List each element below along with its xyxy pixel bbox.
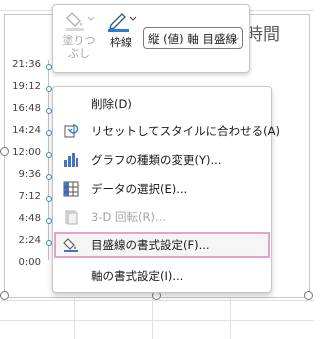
- select-data-icon: [63, 181, 79, 197]
- menu-item-3d-rotation[interactable]: 3-D 回転(R)...: [55, 204, 269, 230]
- menu-item-label: グラフの種類の変更(Y)...: [91, 153, 222, 167]
- y-tick-label: 4:48: [18, 213, 41, 224]
- menu-item-label: データの選択(E)...: [91, 182, 188, 196]
- resize-handle-left[interactable]: [0, 147, 9, 156]
- format-gridlines-icon: [63, 238, 78, 252]
- menu-item-change-chart-type[interactable]: グラフの種類の変更(Y)...: [55, 147, 269, 173]
- chart-title[interactable]: 時間: [246, 20, 280, 45]
- y-tick-label: 19:12: [12, 81, 41, 92]
- y-tick-label: 7:12: [18, 191, 41, 202]
- reset-style-icon: [64, 124, 79, 138]
- menu-item-label: 目盛線の書式設定(F)...: [91, 238, 210, 252]
- menu-item-reset-style[interactable]: リセットしてスタイルに合わせる(A): [55, 118, 280, 144]
- paint-bucket-icon: [66, 12, 95, 31]
- y-tick-label: 21:36: [12, 59, 41, 70]
- pencil-icon: [108, 13, 137, 32]
- y-tick-label: 9:36: [18, 169, 41, 180]
- fill-button[interactable]: 塗りつ ぶし: [59, 9, 99, 60]
- menu-item-delete[interactable]: 削除(D): [55, 91, 269, 117]
- menu-item-label: 削除(D): [91, 97, 132, 111]
- menu-item-format-axis[interactable]: 軸の書式設定(I)...: [55, 263, 269, 289]
- chart-element-value: 縦 (値) 軸 目盛線: [148, 32, 237, 46]
- menu-item-label: 3-D 回転(R)...: [91, 210, 166, 224]
- mini-toolbar: 塗りつ ぶし 枠線 縦 (値) 軸 目盛線 ⌵: [52, 4, 250, 73]
- y-tick-label: 2:24: [18, 235, 41, 246]
- fill-label: 塗りつ: [62, 34, 96, 47]
- y-tick-label: 0:00: [18, 257, 41, 268]
- resize-handle-bottom-left[interactable]: [0, 291, 9, 300]
- menu-item-select-data[interactable]: データの選択(E)...: [55, 176, 269, 202]
- fill-label-line2: ぶし: [68, 47, 90, 60]
- outline-label: 枠線: [110, 36, 132, 49]
- rotate-3d-icon: [65, 210, 78, 225]
- outline-button[interactable]: 枠線: [103, 9, 139, 49]
- menu-item-label: 軸の書式設定(I)...: [91, 269, 184, 283]
- chevron-down-icon: ⌵: [232, 34, 239, 44]
- context-menu: 削除(D) リセットしてスタイルに合わせる(A) グラフの種類の変更(Y)...…: [52, 86, 280, 293]
- menu-item-format-gridlines[interactable]: 目盛線の書式設定(F)...: [54, 232, 270, 258]
- y-tick-label: 12:00: [12, 147, 41, 158]
- y-tick-label: 16:48: [12, 103, 41, 114]
- y-tick-label: 14:24: [12, 125, 41, 136]
- menu-item-label: リセットしてスタイルに合わせる(A): [91, 124, 280, 138]
- chart-element-dropdown[interactable]: 縦 (値) 軸 目盛線 ⌵: [143, 27, 243, 49]
- chart-type-icon: [64, 153, 78, 167]
- resize-handle-bottom-right[interactable]: [304, 291, 313, 300]
